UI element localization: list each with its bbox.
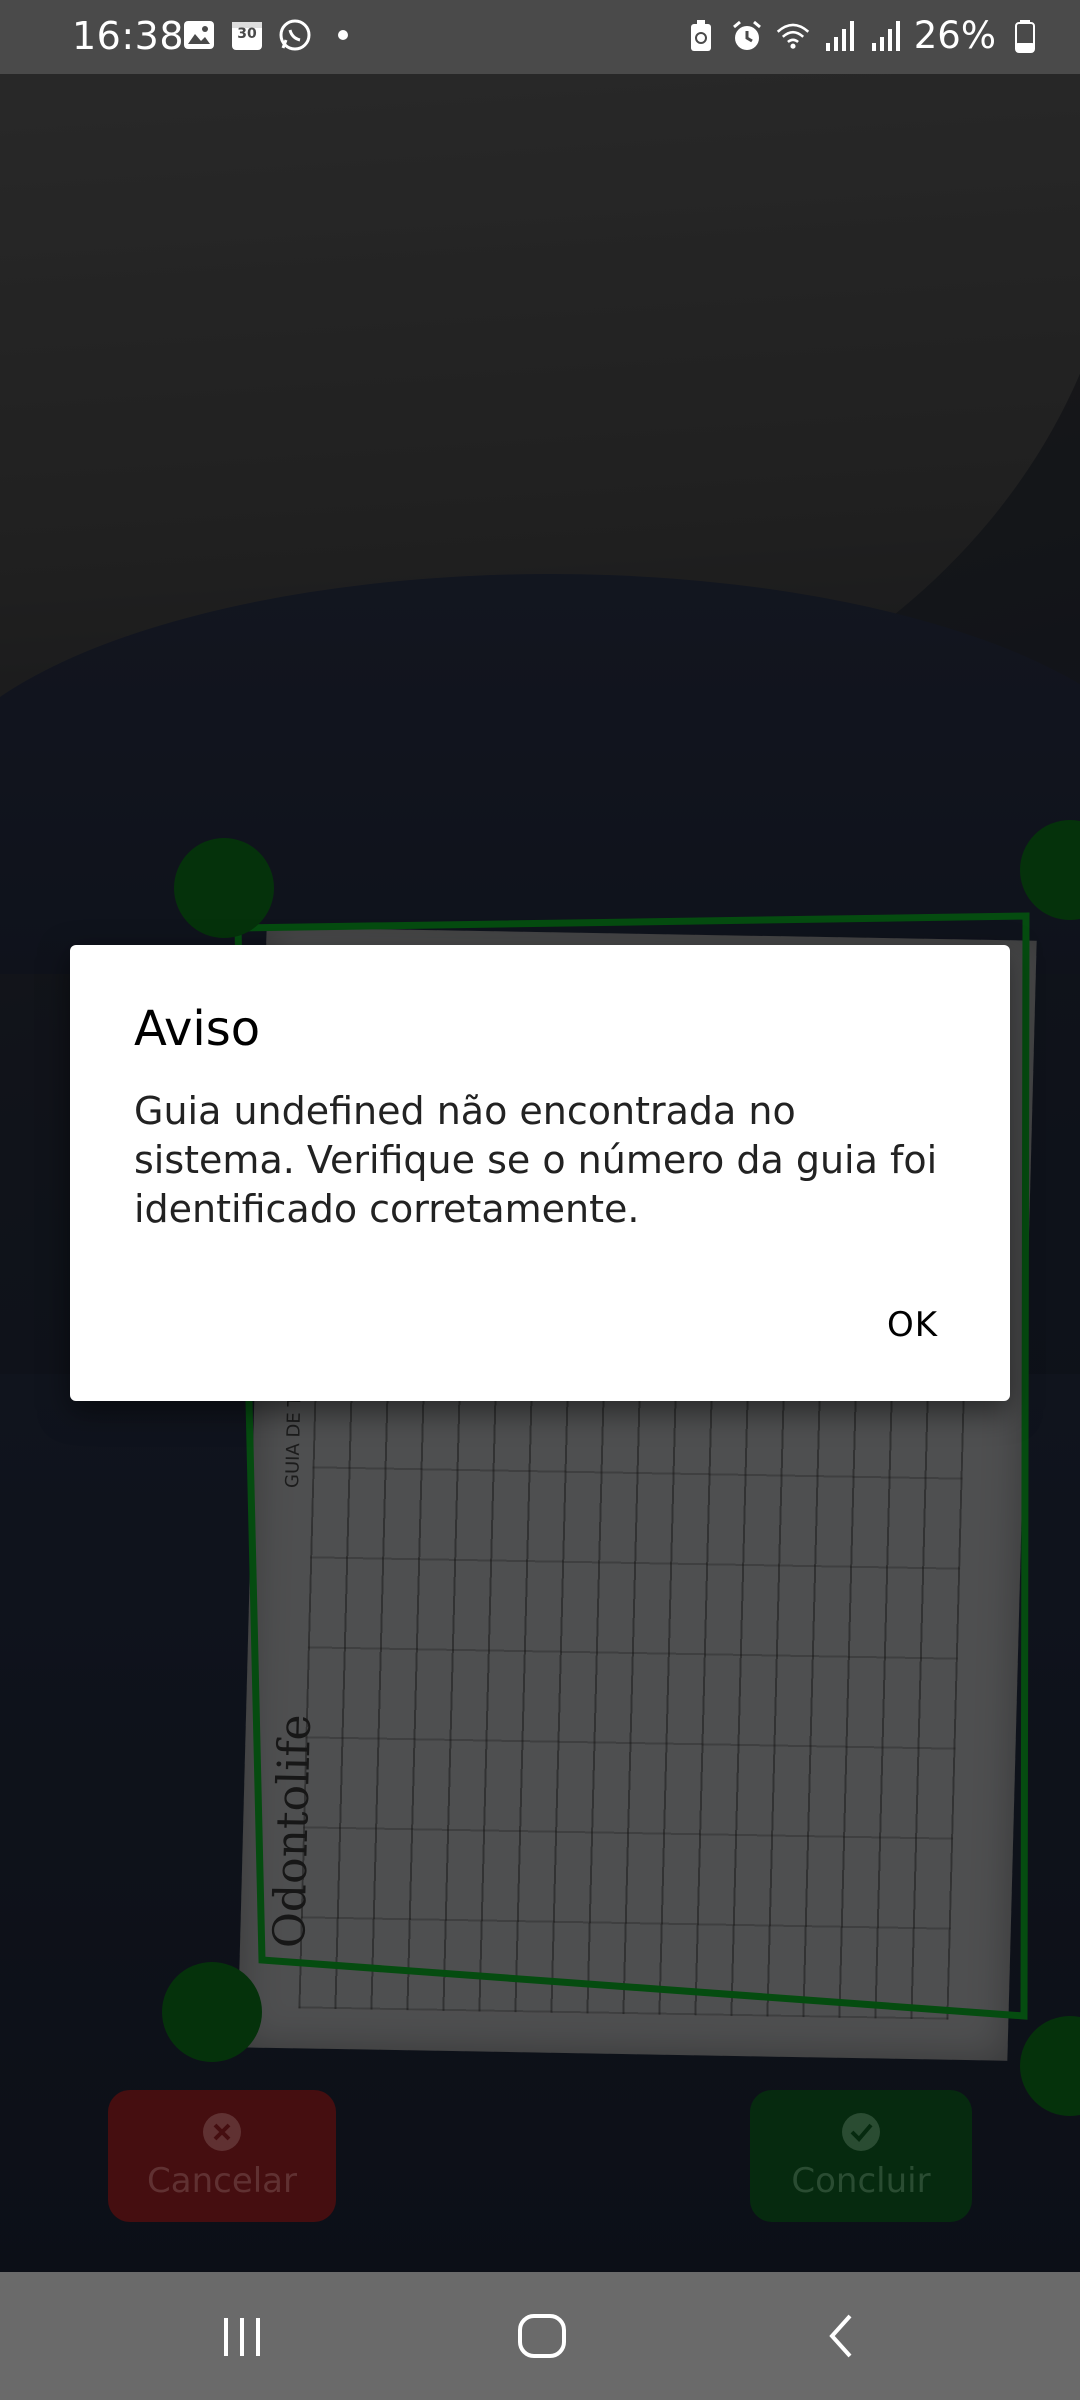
- alert-dialog: Aviso Guia undefined não encontrada no s…: [70, 945, 1010, 1401]
- recent-apps-icon[interactable]: [212, 2306, 272, 2366]
- back-icon[interactable]: [812, 2306, 872, 2366]
- status-bar: 16:38 30 26%: [0, 0, 1080, 74]
- gallery-icon: [182, 18, 216, 52]
- status-time: 16:38: [72, 14, 185, 58]
- alarm-icon: [730, 19, 764, 53]
- wifi-icon: [776, 19, 810, 53]
- navigation-bar: [0, 2272, 1080, 2400]
- notification-icons: 30: [182, 18, 360, 52]
- dot-icon: [326, 18, 360, 52]
- whatsapp-icon: [278, 18, 312, 52]
- dialog-title: Aviso: [134, 1001, 261, 1057]
- home-icon[interactable]: [512, 2306, 572, 2366]
- system-icons: 26%: [684, 14, 1042, 57]
- calendar-icon: 30: [230, 18, 264, 52]
- ok-button[interactable]: OK: [875, 1295, 950, 1355]
- calendar-day: 30: [237, 26, 257, 42]
- battery-saver-icon: [684, 19, 718, 53]
- battery-percent: 26%: [913, 14, 996, 57]
- signal-icon: [822, 19, 856, 53]
- dialog-message: Guia undefined não encontrada no sistema…: [134, 1089, 938, 1231]
- signal-icon: [868, 19, 902, 53]
- battery-icon: [1008, 19, 1042, 53]
